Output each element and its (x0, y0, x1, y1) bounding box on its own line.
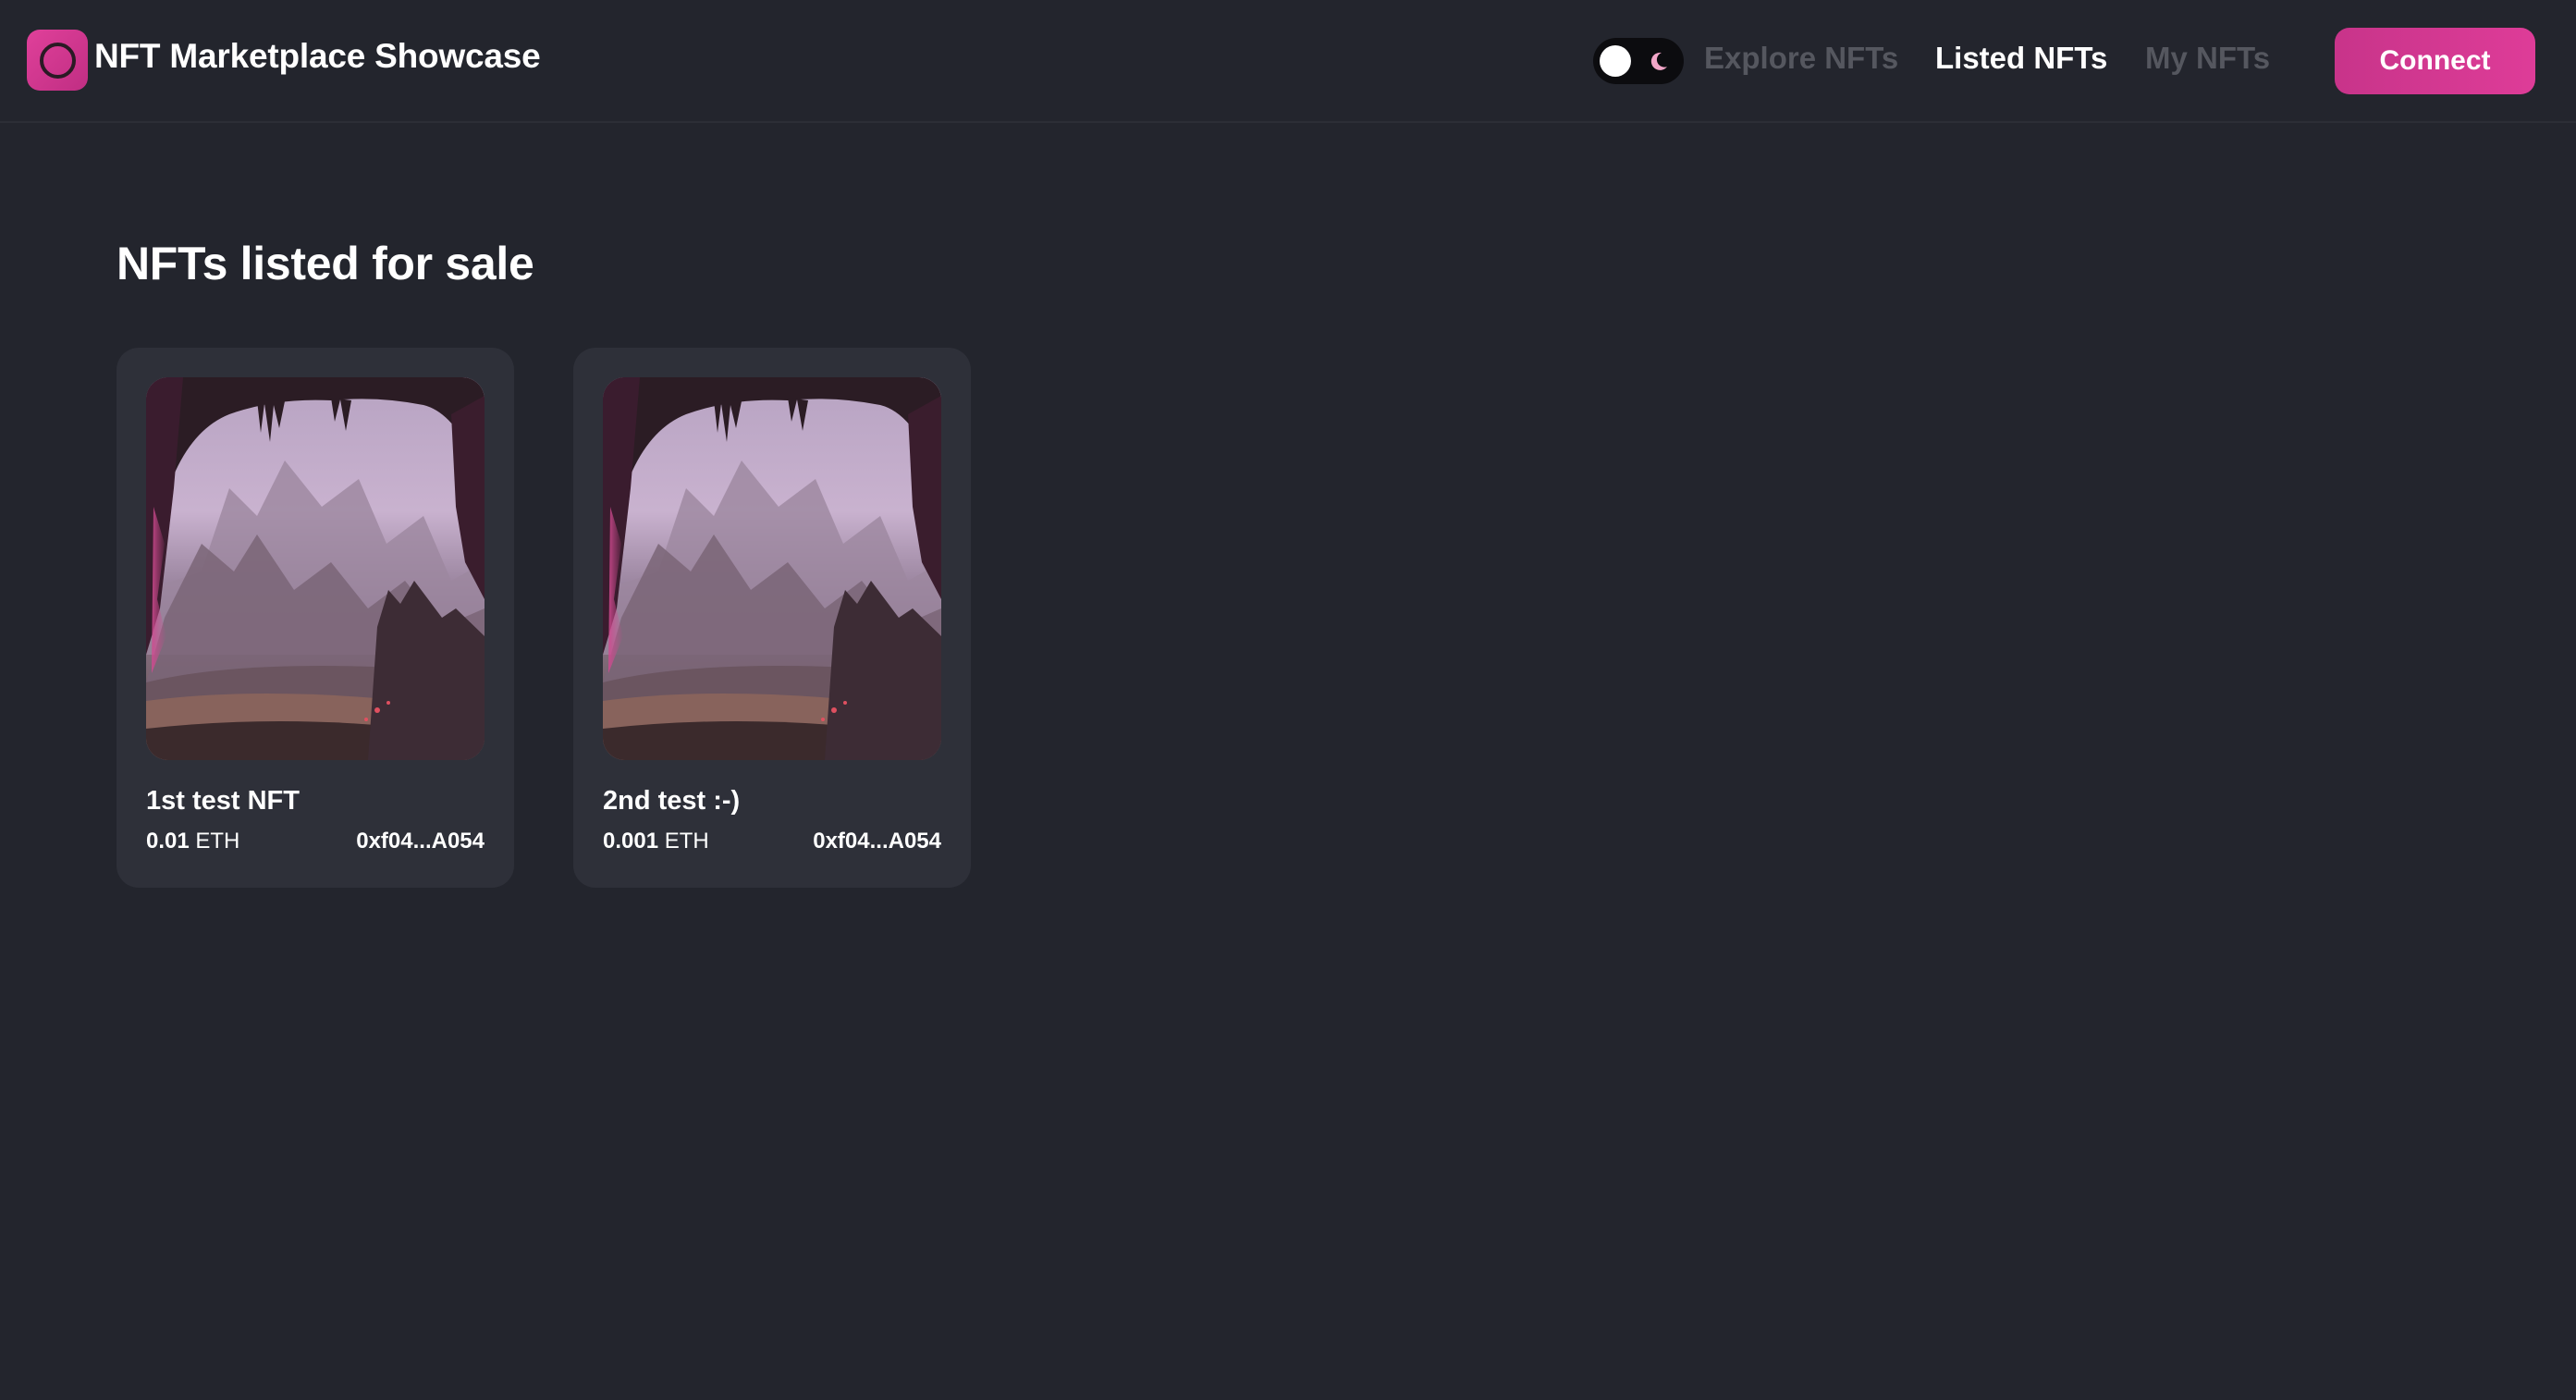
cave-landscape-image (603, 377, 941, 760)
price-value: 0.01 (146, 829, 190, 854)
price-currency: ETH (664, 829, 709, 854)
nft-owner-address: 0xf04...A054 (813, 829, 941, 854)
nft-price: 0.01 ETH (146, 829, 239, 854)
navbar: NFT Marketplace Showcase Explore NFTs Li… (0, 0, 2576, 123)
nft-owner-address: 0xf04...A054 (356, 829, 485, 854)
nav-explore-nfts[interactable]: Explore NFTs (1704, 41, 1898, 76)
price-value: 0.001 (603, 829, 659, 854)
nft-name: 1st test NFT (146, 786, 300, 816)
logo-ring-icon (40, 43, 76, 79)
toggle-knob (1600, 45, 1631, 77)
nav-my-nfts[interactable]: My NFTs (2145, 41, 2270, 76)
nft-image[interactable] (603, 377, 941, 760)
nft-name: 2nd test :-) (603, 786, 741, 816)
connect-button[interactable]: Connect (2335, 28, 2535, 94)
price-currency: ETH (195, 829, 240, 854)
page-title: NFTs listed for sale (117, 238, 534, 289)
app-title[interactable]: NFT Marketplace Showcase (94, 37, 541, 76)
nav-listed-nfts[interactable]: Listed NFTs (1935, 41, 2107, 76)
app-logo-icon[interactable] (27, 30, 88, 91)
nft-price: 0.001 ETH (603, 829, 709, 854)
nft-card[interactable]: 1st test NFT 0.01 ETH 0xf04...A054 (117, 348, 514, 888)
cave-landscape-image (146, 377, 485, 760)
theme-toggle[interactable] (1593, 38, 1684, 84)
nft-image[interactable] (146, 377, 485, 760)
moon-icon (1650, 52, 1667, 70)
nft-card[interactable]: 2nd test :-) 0.001 ETH 0xf04...A054 (573, 348, 971, 888)
